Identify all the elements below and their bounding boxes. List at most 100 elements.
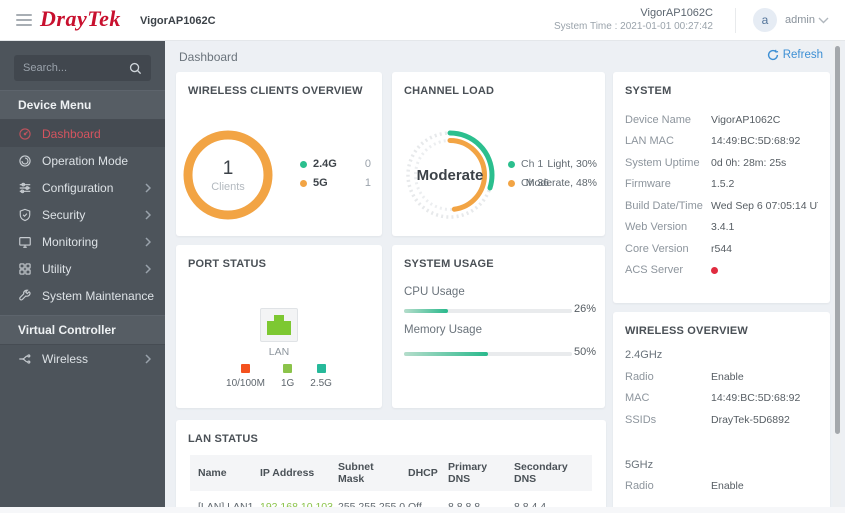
cpu-usage-value: 26% bbox=[573, 303, 596, 315]
row-value: Enable bbox=[711, 480, 744, 493]
row-value: r544 bbox=[711, 242, 733, 255]
card-system-usage: SYSTEM USAGE CPU Usage 26% Memory Usage … bbox=[392, 245, 605, 408]
sidebar-item-operation-mode[interactable]: Operation Mode bbox=[0, 147, 165, 174]
channel-load-value: Light, 30% bbox=[547, 158, 597, 170]
memory-usage-value: 50% bbox=[573, 346, 596, 358]
sidebar-item-label: Monitoring bbox=[42, 234, 99, 249]
scrollbar-thumb[interactable] bbox=[834, 46, 840, 434]
col-header: Primary DNS bbox=[440, 455, 506, 491]
legend-10-100m: 10/100M bbox=[226, 364, 265, 389]
header-device-info: VigorAP1062C System Time : 2021-01-01 00… bbox=[554, 6, 713, 34]
port-speed-legend: 10/100M 1G 2.5G bbox=[176, 364, 382, 389]
card-title: LAN STATUS bbox=[188, 433, 259, 445]
sidebar-item-label: Configuration bbox=[42, 180, 114, 195]
grid-icon bbox=[19, 262, 31, 275]
card-lan-status: LAN STATUS Name IP Address Subnet Mask D… bbox=[176, 420, 606, 513]
acs-status-dot bbox=[711, 266, 718, 274]
sidebar-item-monitoring[interactable]: Monitoring bbox=[0, 228, 165, 255]
sidebar-item-label: Wireless bbox=[42, 351, 89, 366]
row-label: Build Date/Time bbox=[625, 199, 703, 212]
card-title: CHANNEL LOAD bbox=[404, 85, 495, 97]
username-label[interactable]: admin bbox=[785, 14, 815, 26]
refresh-button[interactable]: Refresh bbox=[767, 49, 823, 61]
channel-load-status: Moderate bbox=[416, 166, 484, 184]
sidebar-item-configuration[interactable]: Configuration bbox=[0, 174, 165, 201]
row-value: 0d 0h: 28m: 25s bbox=[711, 156, 787, 169]
row-value: 1.5.2 bbox=[711, 178, 735, 191]
vertical-scrollbar[interactable] bbox=[833, 41, 841, 513]
card-title: WIRELESS OVERVIEW bbox=[625, 325, 748, 337]
card-channel-load: CHANNEL LOAD Moderate Ch 1 Light, 30% Ch… bbox=[392, 72, 605, 236]
system-row: System Uptime 0d 0h: 28m: 25s bbox=[613, 152, 830, 174]
legend-dot bbox=[300, 160, 307, 168]
sidebar-item-label: System Maintenance bbox=[42, 288, 155, 303]
system-row: LAN MAC 14:49:BC:5D:68:92 bbox=[613, 131, 830, 153]
header-device-name: VigorAP1062C bbox=[640, 7, 713, 19]
row-value: VigorAP1062C bbox=[711, 113, 781, 126]
dashboard-icon bbox=[19, 127, 31, 140]
band-row: Radio Enable bbox=[613, 366, 830, 388]
col-header: DHCP bbox=[400, 455, 440, 491]
table-header-row: Name IP Address Subnet Mask DHCP Primary… bbox=[190, 455, 592, 491]
legend-label: 10/100M bbox=[226, 378, 265, 389]
row-label: Radio bbox=[625, 480, 654, 493]
row-label: Firmware bbox=[625, 178, 671, 191]
cpu-usage-bar bbox=[404, 309, 572, 313]
legend-value-2-4g: 0 bbox=[364, 158, 371, 170]
shield-icon bbox=[19, 208, 31, 221]
window-bottom-edge bbox=[0, 507, 845, 513]
card-port-status: PORT STATUS LAN 10/100M 1G 2.5G bbox=[176, 245, 382, 408]
legend-ch1: Ch 1 bbox=[508, 158, 543, 170]
memory-usage-fill bbox=[404, 352, 488, 356]
search-icon[interactable] bbox=[129, 62, 142, 75]
sidebar-item-label: Dashboard bbox=[42, 126, 101, 141]
top-header: DrayTek VigorAP1062C VigorAP1062C System… bbox=[0, 0, 845, 41]
row-value: 3.4.1 bbox=[711, 221, 735, 234]
band-row: SSIDs DrayTek-5D6892 bbox=[613, 409, 830, 431]
row-label: Radio bbox=[625, 370, 654, 383]
row-label: Web Version bbox=[625, 221, 688, 234]
refresh-label: Refresh bbox=[782, 49, 823, 61]
header-divider bbox=[735, 8, 736, 33]
legend-square bbox=[316, 364, 326, 373]
wireless-branch-icon bbox=[19, 353, 31, 364]
search-input[interactable] bbox=[23, 62, 129, 74]
draytek-logo: DrayTek bbox=[40, 6, 121, 31]
row-value: Enable bbox=[711, 370, 744, 383]
row-label: Device Name bbox=[625, 113, 692, 126]
row-value: 14:49:BC:5D:68:92 bbox=[711, 135, 801, 148]
chevron-right-icon bbox=[145, 353, 151, 364]
col-header: Secondary DNS bbox=[506, 455, 592, 491]
hamburger-menu-icon[interactable] bbox=[16, 14, 32, 26]
band-name-5ghz: 5GHz bbox=[625, 458, 654, 471]
sidebar-item-wireless[interactable]: Wireless bbox=[0, 345, 165, 372]
row-label: ACS Server bbox=[625, 264, 684, 277]
col-header: Subnet Mask bbox=[330, 455, 400, 491]
chevron-right-icon bbox=[145, 263, 151, 274]
sidebar-item-utility[interactable]: Utility bbox=[0, 255, 165, 282]
port-label: LAN bbox=[268, 346, 290, 358]
card-title: PORT STATUS bbox=[188, 258, 267, 270]
user-avatar[interactable]: a bbox=[753, 8, 777, 32]
lan-port-icon bbox=[260, 308, 298, 342]
legend-square bbox=[240, 364, 250, 373]
legend-2-5g: 2.5G bbox=[310, 364, 332, 389]
section-header-virtual-controller: Virtual Controller bbox=[0, 315, 165, 345]
card-wireless-clients-overview: WIRELESS CLIENTS OVERVIEW 1 Clients 2.4G… bbox=[176, 72, 382, 236]
system-row: Firmware 1.5.2 bbox=[613, 174, 830, 196]
channel-load-value: Moderate, 48% bbox=[525, 177, 597, 189]
legend-label: 2.4G bbox=[313, 158, 337, 170]
band-row: Radio Enable bbox=[613, 476, 830, 498]
sidebar-item-label: Utility bbox=[42, 261, 72, 276]
sidebar-item-dashboard[interactable]: Dashboard bbox=[0, 120, 165, 147]
sidebar: Device Menu Dashboard Operation Mode Con… bbox=[0, 41, 165, 513]
chevron-down-icon[interactable] bbox=[818, 17, 829, 24]
sidebar-item-label: Operation Mode bbox=[42, 153, 129, 168]
sidebar-item-system-maintenance[interactable]: System Maintenance bbox=[0, 282, 165, 309]
memory-usage-label: Memory Usage bbox=[404, 324, 482, 336]
system-info-list: Device Name VigorAP1062C LAN MAC 14:49:BC:… bbox=[613, 109, 830, 281]
device-model-label: VigorAP1062C bbox=[140, 15, 216, 27]
sidebar-item-security[interactable]: Security bbox=[0, 201, 165, 228]
legend-dot bbox=[300, 179, 307, 187]
card-title: WIRELESS CLIENTS OVERVIEW bbox=[188, 85, 363, 97]
